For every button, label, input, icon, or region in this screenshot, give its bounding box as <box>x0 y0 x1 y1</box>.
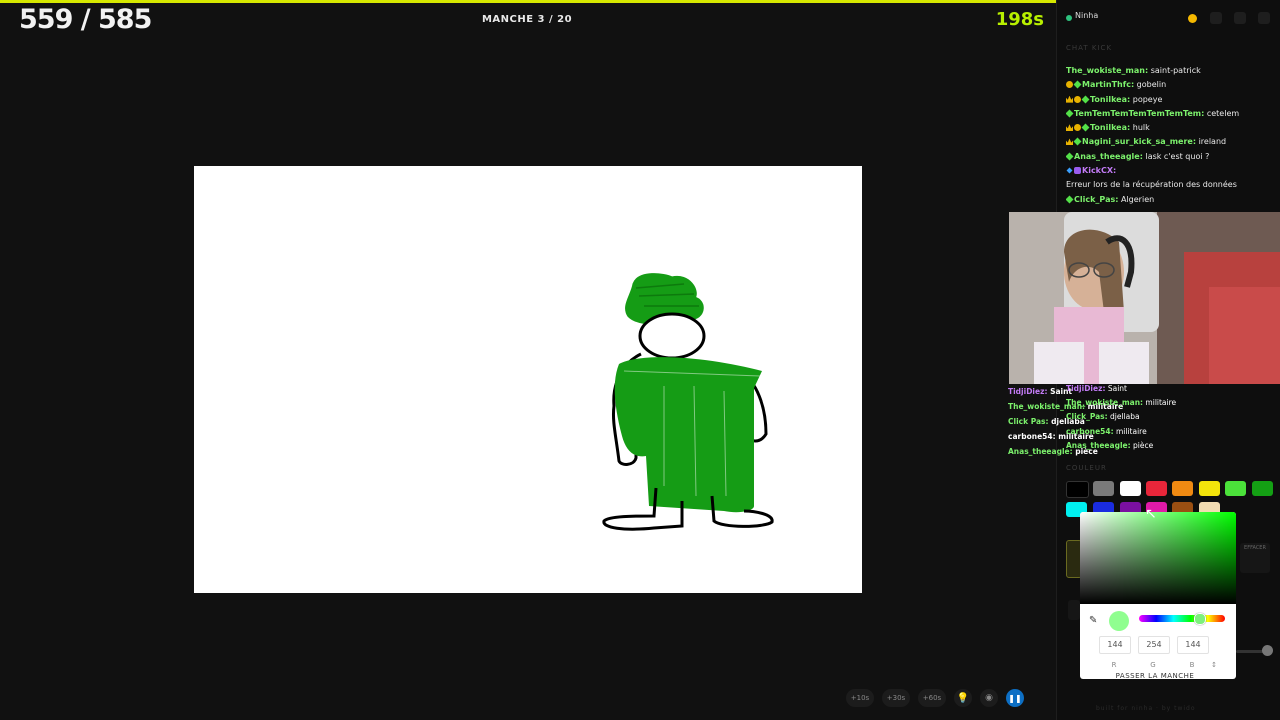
streamer-name: Ninha <box>1075 11 1099 20</box>
chat-message: Tonilkea: popeye <box>1066 93 1276 107</box>
chat-message: Anas_theeagle: lask c'est quoi ? <box>1066 150 1276 164</box>
crown-badge-icon <box>1066 124 1073 132</box>
round-indicator: MANCHE 3 / 20 <box>481 14 573 25</box>
red-label: R <box>1111 661 1117 669</box>
online-status-icon <box>1066 15 1072 21</box>
more-button[interactable] <box>1258 12 1270 24</box>
skip-round-button[interactable]: PASSER LA MANCHE <box>1080 672 1230 680</box>
verified-badge-icon <box>1081 123 1090 132</box>
chat-list-continued: TidjiDiez: Saint The_wokiste_man: milita… <box>1066 382 1266 453</box>
color-swatch-lightgreen[interactable] <box>1225 481 1246 496</box>
color-swatch-green[interactable] <box>1252 481 1273 496</box>
chat-list: The_wokiste_man: saint-patrick MartinThf… <box>1066 64 1276 207</box>
game-toolbar: +10s +30s +60s 💡 ◉ ❚❚ <box>846 689 1024 707</box>
round-timer: 198s <box>995 9 1044 30</box>
chat-message: carbone54: militaire <box>1066 426 1147 436</box>
verified-badge-icon <box>1073 80 1082 89</box>
eye-icon[interactable]: ◉ <box>980 689 998 707</box>
mouse-cursor-icon: ↖ <box>1145 506 1157 522</box>
footer-credit: built for ninha · by twido <box>1096 705 1196 712</box>
saturation-area[interactable] <box>1080 512 1236 604</box>
color-picker-popover: ✎ 144 254 144 R G B ↕ <box>1080 512 1236 679</box>
chat-message: Nagini_sur_kick_sa_mere: ireland <box>1066 135 1276 149</box>
drawing-canvas[interactable] <box>194 166 862 593</box>
chat-message: Anas_theeagle: pièce <box>1066 440 1154 450</box>
settings-toggle-button[interactable] <box>1188 14 1197 23</box>
chat-message: KickCX: <box>1066 164 1276 178</box>
chat-message: TemTemTemTemTemTemTem: cetelem <box>1066 107 1276 121</box>
subscriber-badge-icon <box>1074 124 1081 132</box>
webcam-feed <box>1009 212 1280 384</box>
color-swatch-black[interactable] <box>1066 481 1089 498</box>
chat-title: CHAT KICK <box>1066 44 1113 52</box>
color-swatch-orange[interactable] <box>1172 481 1193 496</box>
pause-icon[interactable]: ❚❚ <box>1006 689 1024 707</box>
popout-button[interactable] <box>1210 12 1222 24</box>
fill-tool-button[interactable] <box>1068 600 1080 620</box>
color-swatch-white[interactable] <box>1120 481 1141 496</box>
hue-slider-knob[interactable] <box>1194 613 1206 625</box>
size-slider-knob[interactable] <box>1262 645 1273 656</box>
add-30s-button[interactable]: +30s <box>882 689 910 707</box>
blue-value-input[interactable]: 144 <box>1177 636 1209 654</box>
gift-badge-icon <box>1074 167 1081 175</box>
verified-badge-icon <box>1066 109 1074 118</box>
add-10s-button[interactable]: +10s <box>846 689 874 707</box>
gear-icon[interactable] <box>1234 12 1246 24</box>
verified-badge-icon <box>1073 138 1082 146</box>
chat-message: Click_Pas: djellaba <box>1066 412 1140 422</box>
chat-message: MartinThfc: gobelin <box>1066 78 1276 92</box>
panel-header: Ninha <box>1060 8 1276 28</box>
red-value-input[interactable]: 144 <box>1099 636 1131 654</box>
chat-message: Erreur lors de la récupération des donné… <box>1066 180 1237 190</box>
crown-badge-icon <box>1066 138 1073 146</box>
blue-label: B <box>1189 661 1195 669</box>
verified-badge-icon <box>1066 195 1074 204</box>
chat-message: TidjiDiez: Saint <box>1066 384 1127 393</box>
verified-badge-icon <box>1066 152 1074 161</box>
color-swatch-yellow[interactable] <box>1199 481 1220 496</box>
crown-badge-icon <box>1066 95 1073 103</box>
hue-slider[interactable] <box>1139 615 1225 622</box>
subscriber-badge-icon <box>1074 95 1081 103</box>
verified-badge-icon <box>1081 95 1090 104</box>
clear-label: EFFACER <box>1244 545 1266 551</box>
sword-badge-icon <box>1066 167 1073 174</box>
color-swatch-gray[interactable] <box>1093 481 1114 496</box>
color-swatch-red[interactable] <box>1146 481 1167 496</box>
chat-message: Click_Pas: Algerien <box>1066 193 1276 207</box>
subscriber-badge-icon <box>1066 81 1073 89</box>
green-label: G <box>1150 661 1156 669</box>
chat-message: The_wokiste_man: militaire <box>1066 398 1177 408</box>
selected-color-preview <box>1109 611 1129 631</box>
add-60s-button[interactable]: +60s <box>918 689 946 707</box>
format-toggle-icon[interactable]: ↕ <box>1204 661 1224 669</box>
hint-lightbulb-icon[interactable]: 💡 <box>954 689 972 707</box>
color-section-label: COULEUR <box>1066 464 1107 472</box>
score-counter: 559 / 585 <box>19 4 152 35</box>
green-value-input[interactable]: 254 <box>1138 636 1170 654</box>
chat-message: The_wokiste_man: saint-patrick <box>1066 66 1201 75</box>
chat-message: Tonilkea: hulk <box>1066 121 1276 135</box>
drawing <box>602 273 774 531</box>
eyedropper-icon[interactable]: ✎ <box>1089 615 1101 627</box>
